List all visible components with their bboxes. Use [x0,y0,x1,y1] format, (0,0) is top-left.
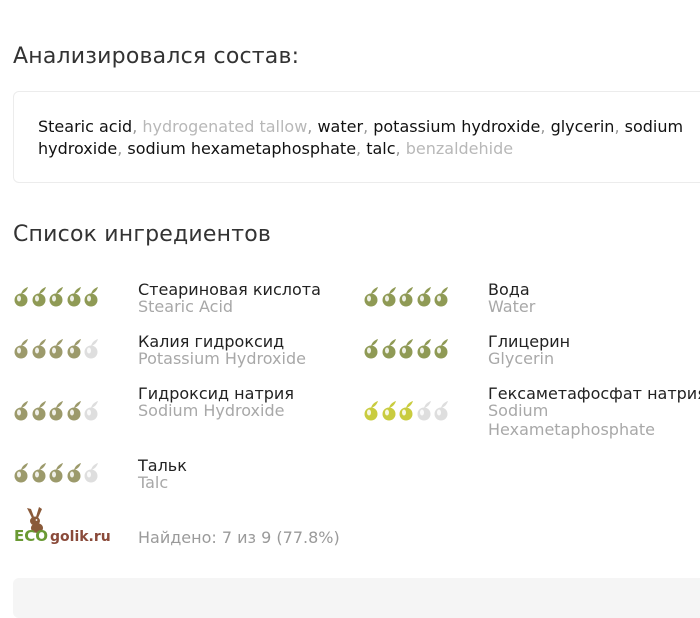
olive-icon [382,287,396,307]
olive-icon [14,287,28,307]
composition-item: sodium hexametaphosphate [127,139,357,158]
olive-icon [32,339,46,359]
olive-icon [67,287,81,307]
composition-text: Stearic acid, hydrogenated tallow, water… [38,117,684,158]
olive-icon [32,463,46,483]
olive-icon [32,401,46,421]
ingredient-name-en: Sodium Hydroxide [138,401,285,420]
olive-icon [434,339,448,359]
composition-item: potassium hydroxide [373,117,541,136]
ingredient-name-en: Glycerin [488,349,555,368]
olive-icon [49,401,63,421]
svg-text:golik.ru: golik.ru [50,529,111,545]
composition-item: Stearic acid [38,117,133,136]
olive-icon [84,401,98,421]
composition-box: Stearic acid, hydrogenated tallow, water… [13,91,700,183]
olive-icon [14,339,28,359]
olive-icon [14,401,28,421]
ingredient-name-en: Water [488,297,536,316]
olive-icon [434,401,448,421]
ecogolik-logo[interactable]: ECO golik.ru [13,506,121,550]
ingredient-item[interactable]: Гексаметафосфат натрия Sodium Hexametaph… [363,384,700,444]
rating [363,338,451,360]
composition-item: benzaldehide [405,139,514,158]
composition-item: water [317,117,364,136]
olive-icon [67,401,81,421]
olive-icon [364,401,378,421]
olive-icon [382,339,396,359]
olive-icon [49,463,63,483]
olive-icon [434,287,448,307]
olive-icon [32,287,46,307]
ingredient-item[interactable]: Вода Water [363,280,693,330]
olive-icon [417,401,431,421]
olive-icon [49,287,63,307]
composition-item: talc [366,139,396,158]
ingredient-name-en: Sodium Hexametaphosphate [488,401,656,439]
olive-icon [382,401,396,421]
ingredient-item[interactable]: Тальк Talc [13,456,343,506]
olive-icon [67,463,81,483]
ingredient-name-en: Potassium Hydroxide [138,349,306,368]
composition-item: hydrogenated tallow [142,117,308,136]
rating [13,400,101,422]
bottom-panel [13,578,700,618]
olive-icon [399,287,413,307]
rating [363,286,451,308]
svg-text:ECO: ECO [14,527,48,545]
olive-icon [399,401,413,421]
rating [13,338,101,360]
olive-icon [49,339,63,359]
olive-icon [399,339,413,359]
ingredient-item[interactable]: Гидроксид натрия Sodium Hydroxide [13,384,343,444]
olive-icon [84,463,98,483]
ingredients-title: Список ингредиентов [13,222,272,247]
rabbit-icon: ECO golik.ru [14,507,111,545]
composition-item: glycerin [550,117,615,136]
ingredient-item[interactable]: Стеариновая кислота Stearic Acid [13,280,343,330]
ingredient-name-en: Stearic Acid [138,297,234,316]
rating [13,462,101,484]
olive-icon [84,339,98,359]
olive-icon [364,339,378,359]
composition-title: Анализировался состав: [13,44,300,69]
rating [13,286,101,308]
olive-icon [84,287,98,307]
ingredient-item[interactable]: Глицерин Glycerin [363,332,693,382]
ingredient-item[interactable]: Калия гидроксид Potassium Hydroxide [13,332,343,382]
found-count: Найдено: 7 из 9 (77.8%) [138,528,340,547]
olive-icon [417,339,431,359]
ingredient-name-en: Talc [138,473,169,492]
olive-icon [67,339,81,359]
olive-icon [14,463,28,483]
rating [363,400,451,422]
olive-icon [364,287,378,307]
olive-icon [417,287,431,307]
